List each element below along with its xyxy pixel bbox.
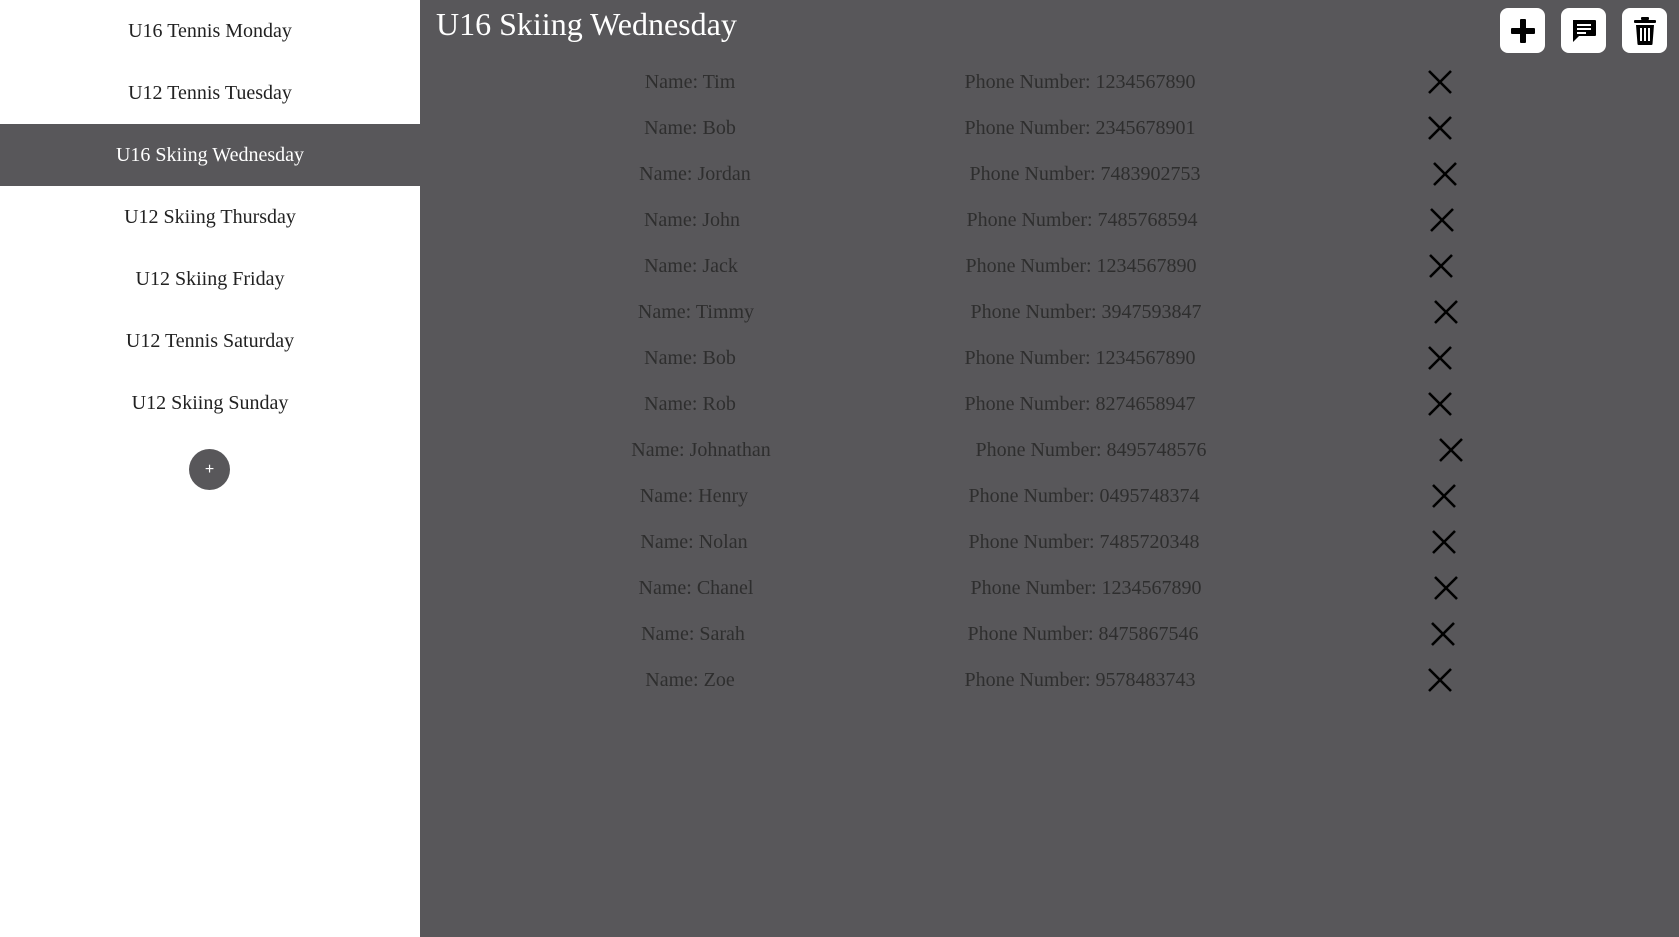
sidebar-item[interactable]: U12 Skiing Sunday [0, 372, 420, 434]
page-title: U16 Skiing Wednesday [436, 6, 737, 42]
member-name: Name: Bob [644, 347, 736, 369]
member-name: Name: Bob [644, 117, 736, 139]
close-icon[interactable] [1438, 437, 1464, 463]
add-member-button[interactable] [1500, 8, 1545, 53]
close-icon[interactable] [1427, 345, 1453, 371]
group-list: U16 Tennis Monday U12 Tennis Tuesday U16 S… [0, 0, 420, 434]
member-row: Name: Johnathan Phone Number: 8495748576 [420, 427, 1679, 473]
close-icon[interactable] [1429, 207, 1455, 233]
member-row: Name: Bob Phone Number: 1234567890 [420, 335, 1679, 381]
close-icon[interactable] [1430, 621, 1456, 647]
member-name: Name: Chanel [638, 577, 754, 599]
member-phone: Phone Number: 1234567890 [965, 255, 1197, 277]
close-icon[interactable] [1427, 667, 1453, 693]
sidebar-item[interactable]: U12 Tennis Tuesday [0, 62, 420, 124]
close-icon[interactable] [1427, 69, 1453, 95]
member-row: Name: John Phone Number: 7485768594 [420, 197, 1679, 243]
member-name: Name: Rob [644, 393, 736, 415]
member-name: Name: Johnathan [631, 439, 771, 461]
close-icon[interactable] [1433, 575, 1459, 601]
close-icon[interactable] [1427, 391, 1453, 417]
member-row: Name: Tim Phone Number: 1234567890 [420, 59, 1679, 105]
member-name: Name: Zoe [645, 669, 735, 691]
add-group-button[interactable]: + [189, 449, 230, 490]
message-button[interactable] [1561, 8, 1606, 53]
sidebar-item[interactable]: U12 Tennis Saturday [0, 310, 420, 372]
member-row: Name: Bob Phone Number: 2345678901 [420, 105, 1679, 151]
plus-icon [1510, 18, 1535, 43]
sidebar-item[interactable]: U16 Skiing Wednesday [0, 124, 420, 186]
member-row: Name: Rob Phone Number: 8274658947 [420, 381, 1679, 427]
member-name: Name: Nolan [640, 531, 748, 553]
member-row: Name: Jack Phone Number: 1234567890 [420, 243, 1679, 289]
member-row: Name: Sarah Phone Number: 8475867546 [420, 611, 1679, 657]
member-phone: Phone Number: 3947593847 [970, 301, 1202, 323]
toolbar [1500, 8, 1667, 53]
member-list: Name: Tim Phone Number: 1234567890 Name: B… [420, 59, 1679, 703]
message-icon [1572, 19, 1596, 42]
member-phone: Phone Number: 0495748374 [968, 485, 1200, 507]
sidebar-item[interactable]: U12 Skiing Thursday [0, 186, 420, 248]
close-icon[interactable] [1431, 483, 1457, 509]
member-row: Name: Henry Phone Number: 0495748374 [420, 473, 1679, 519]
member-row: Name: Jordan Phone Number: 7483902753 [420, 151, 1679, 197]
close-icon[interactable] [1428, 253, 1454, 279]
member-name: Name: Jack [644, 255, 738, 277]
member-name: Name: Timmy [637, 301, 755, 323]
member-name: Name: Jordan [639, 163, 751, 185]
member-phone: Phone Number: 1234567890 [970, 577, 1202, 599]
member-phone: Phone Number: 7483902753 [969, 163, 1201, 185]
member-name: Name: Tim [644, 71, 736, 93]
sidebar-item[interactable]: U12 Skiing Friday [0, 248, 420, 310]
main-panel: U16 Skiing Wednesday Name: Tim Phone Num… [420, 0, 1679, 937]
delete-group-button[interactable] [1622, 8, 1667, 53]
member-row: Name: Zoe Phone Number: 9578483743 [420, 657, 1679, 703]
sidebar-item[interactable]: U16 Tennis Monday [0, 0, 420, 62]
member-row: Name: Timmy Phone Number: 3947593847 [420, 289, 1679, 335]
trash-icon [1633, 16, 1656, 45]
member-name: Name: Henry [639, 485, 749, 507]
sidebar: U16 Tennis Monday U12 Tennis Tuesday U16 S… [0, 0, 420, 937]
close-icon[interactable] [1431, 529, 1457, 555]
member-phone: Phone Number: 8274658947 [964, 393, 1196, 415]
member-name: Name: John [643, 209, 741, 231]
member-phone: Phone Number: 7485768594 [966, 209, 1198, 231]
app-window: U16 Tennis Monday U12 Tennis Tuesday U16 S… [0, 0, 1679, 937]
member-row: Name: Nolan Phone Number: 7485720348 [420, 519, 1679, 565]
close-icon[interactable] [1432, 161, 1458, 187]
member-phone: Phone Number: 8475867546 [967, 623, 1199, 645]
member-row: Name: Chanel Phone Number: 1234567890 [420, 565, 1679, 611]
close-icon[interactable] [1433, 299, 1459, 325]
member-phone: Phone Number: 9578483743 [964, 669, 1196, 691]
member-phone: Phone Number: 8495748576 [975, 439, 1207, 461]
member-name: Name: Sarah [641, 623, 745, 645]
member-phone: Phone Number: 7485720348 [968, 531, 1200, 553]
close-icon[interactable] [1427, 115, 1453, 141]
member-phone: Phone Number: 2345678901 [964, 117, 1196, 139]
member-phone: Phone Number: 1234567890 [964, 347, 1196, 369]
member-phone: Phone Number: 1234567890 [964, 71, 1196, 93]
